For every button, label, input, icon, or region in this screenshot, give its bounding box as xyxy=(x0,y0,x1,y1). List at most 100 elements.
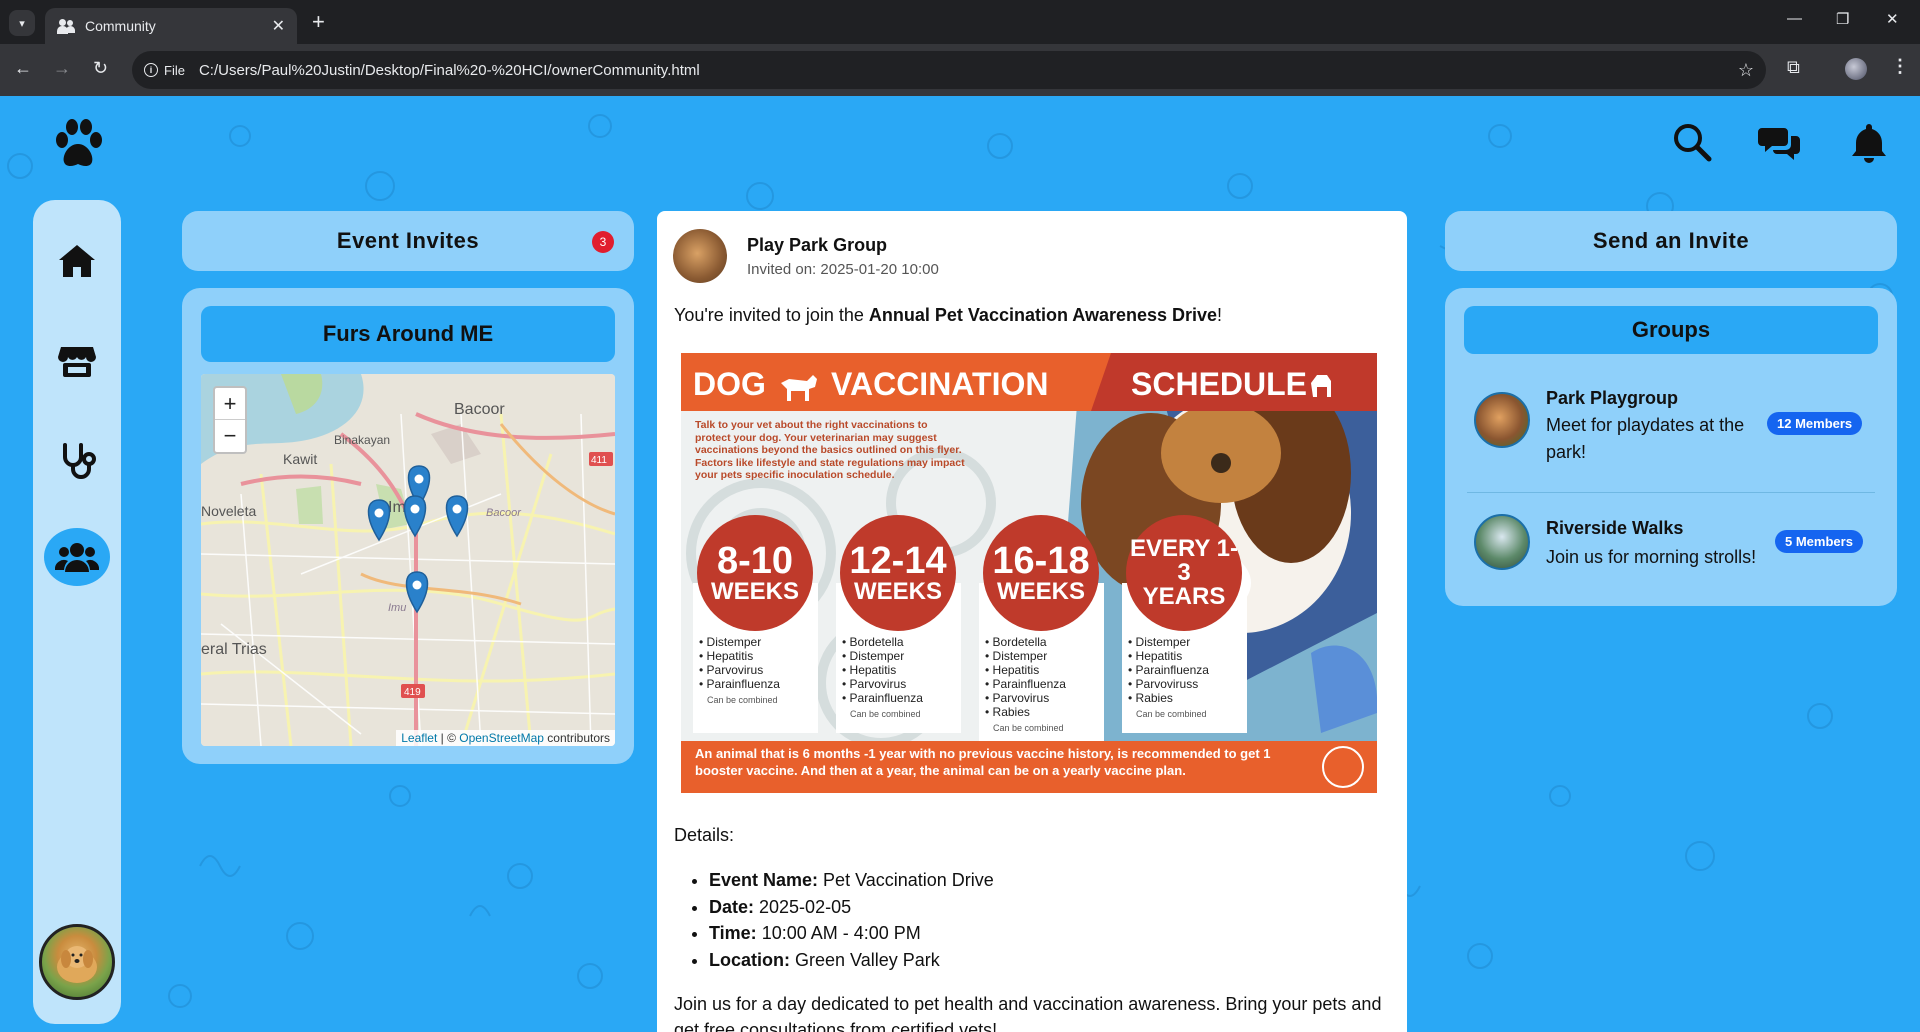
groups-header: Groups xyxy=(1464,306,1878,354)
community-page: Event Invites 3 Furs Around ME 411 419 B… xyxy=(0,96,1920,1032)
close-window-icon[interactable]: ✕ xyxy=(1886,10,1899,28)
group-item-park-playgroup[interactable]: Park Playgroup Meet for playdates at the… xyxy=(1464,376,1896,476)
flyer-vaccine-item: • Hepatitis xyxy=(842,663,897,677)
flyer-vaccine-item: • Distemper xyxy=(699,635,762,649)
community-tab-icon xyxy=(57,18,75,34)
search-icon[interactable] xyxy=(1670,120,1714,164)
flyer-vaccine-item: • Parvovirus xyxy=(842,677,907,691)
user-avatar[interactable] xyxy=(39,924,115,1000)
flyer-stage-unit: WEEKS xyxy=(710,578,799,605)
flyer-stage-unit: WEEKS xyxy=(853,578,942,605)
new-tab-button[interactable]: + xyxy=(312,9,325,35)
chat-icon[interactable] xyxy=(1758,120,1802,164)
post-group-name[interactable]: Play Park Group xyxy=(747,235,887,256)
group-name: Park Playgroup xyxy=(1546,388,1679,408)
flyer-vaccine-item: • Parainfluenza xyxy=(1128,663,1209,677)
flyer-vaccine-item: • Distemper xyxy=(985,649,1048,663)
flyer-stage-vaccines: • Distemper • Hepatitis • Parainfluenza • P… xyxy=(1128,635,1246,721)
groups-title: Groups xyxy=(1631,317,1711,342)
flyer-stage-vaccines: • Bordetella • Distemper • Hepatitis • Para… xyxy=(985,635,1103,735)
osm-link[interactable]: OpenStreetMap xyxy=(459,731,544,745)
map[interactable]: 411 419 Bacoor Binakayan Kawit Noveleta … xyxy=(201,374,615,746)
flyer-stage-unit: WEEKS xyxy=(996,578,1085,605)
map-label-im: Im xyxy=(388,499,406,516)
flyer-vaccine-item: • Bordetella xyxy=(842,635,904,649)
map-label-imus-district: Imu xyxy=(388,602,406,614)
forward-icon[interactable]: → xyxy=(53,58,71,79)
url-text[interactable]: C:/Users/Paul%20Justin/Desktop/Final%20-… xyxy=(199,62,700,79)
group-desc: Join us for morning strolls! xyxy=(1546,547,1757,567)
leaflet-link[interactable]: Leaflet xyxy=(401,731,437,745)
detail-date: Date: 2025-02-05 xyxy=(709,894,994,921)
restore-icon[interactable]: ❐ xyxy=(1836,10,1849,28)
map-road-shield-419: 419 xyxy=(404,687,421,698)
detail-time: Time: 10:00 AM - 4:00 PM xyxy=(709,920,994,947)
flyer-vaccine-item: • Rabies xyxy=(985,705,1030,719)
members-badge: 12 Members xyxy=(1767,412,1863,435)
details-label: Details: xyxy=(674,825,735,845)
flyer-stage-heading: EVERY 1-3 YEARS xyxy=(1126,521,1242,625)
flyer-stage-note: Can be combined xyxy=(850,709,921,719)
browser-tab-bar: ▾ Community ✕ + — ❐ ✕ xyxy=(0,0,1920,44)
flyer-stage-heading: 12-14 WEEKS xyxy=(840,521,956,625)
sidebar-item-vet[interactable] xyxy=(44,428,110,494)
store-icon xyxy=(58,347,96,377)
group-item-riverside-walks[interactable]: Riverside Walks Join us for morning stro… xyxy=(1464,506,1896,606)
reload-icon[interactable]: ↻ xyxy=(93,58,108,79)
post-body: Join us for a day dedicated to pet healt… xyxy=(674,994,1382,1032)
send-invite-title: Send an Invite xyxy=(1592,228,1750,253)
flyer-vaccine-item: • Bordetella xyxy=(985,635,1047,649)
browser-toolbar: ← → ↻ i File C:/Users/Paul%20Justin/Desk… xyxy=(0,44,1920,96)
bell-icon[interactable] xyxy=(1847,120,1891,164)
event-invites-header[interactable]: Event Invites xyxy=(182,211,634,271)
flyer-vaccine-item: • Parainfluenza xyxy=(985,677,1066,691)
bookmark-star-icon[interactable]: ☆ xyxy=(1738,60,1754,81)
sidebar-item-store[interactable] xyxy=(44,328,110,394)
map-tiles: 411 419 Bacoor Binakayan Kawit Noveleta … xyxy=(201,374,615,746)
intro-event-name: Annual Pet Vaccination Awareness Drive xyxy=(868,305,1218,325)
members-badge: 5 Members xyxy=(1775,530,1863,553)
zoom-in-button[interactable]: + xyxy=(215,388,245,420)
map-label-binakayan: Binakayan xyxy=(334,433,390,447)
back-icon[interactable]: ← xyxy=(14,58,32,79)
zoom-out-button[interactable]: − xyxy=(215,420,245,452)
attribution-separator: | © xyxy=(437,731,460,745)
flyer-stage-heading: 16-18 WEEKS xyxy=(983,521,1099,625)
close-tab-icon[interactable]: ✕ xyxy=(272,16,285,36)
sidebar-item-community[interactable] xyxy=(44,528,110,586)
flyer-vaccine-item: • Distemper xyxy=(842,649,905,663)
vaccination-flyer: DOG VACCINATION SCHEDULE Talk to your ve… xyxy=(681,353,1377,793)
tab-search-button[interactable]: ▾ xyxy=(9,10,35,36)
sidebar xyxy=(33,200,121,1024)
flyer-vaccine-item: • Parainfluenza xyxy=(699,677,780,691)
flyer-vaccine-item: • Hepatitis xyxy=(699,649,754,663)
home-icon xyxy=(59,245,95,277)
profile-avatar[interactable] xyxy=(1845,58,1867,80)
group-avatar[interactable] xyxy=(673,229,727,283)
site-info-chip[interactable]: i File xyxy=(144,63,185,78)
group-name: Riverside Walks xyxy=(1546,518,1684,538)
paw-logo-icon[interactable] xyxy=(50,116,106,172)
flyer-vaccine-item: • Parainfluenza xyxy=(842,691,923,705)
send-invite-button[interactable]: Send an Invite xyxy=(1445,211,1897,271)
event-details-list: Event Name: Pet Vaccination Drive Date: … xyxy=(709,867,994,973)
map-label-kawit: Kawit xyxy=(283,451,317,467)
stethoscope-icon xyxy=(63,443,96,479)
map-label-bacoor: Bacoor xyxy=(454,401,505,418)
map-road-shield-411: 411 xyxy=(591,455,607,466)
extensions-icon[interactable]: ⧉ xyxy=(1787,57,1800,78)
sidebar-item-home[interactable] xyxy=(44,228,110,294)
file-chip-label: File xyxy=(164,62,185,78)
flyer-vaccine-item: • Hepatitis xyxy=(985,663,1040,677)
browser-menu-icon[interactable]: ⋮ xyxy=(1891,56,1909,77)
map-label-general-trias: eral Trias xyxy=(201,641,267,658)
flyer-vaccine-item: • Rabies xyxy=(1128,691,1173,705)
flyer-stage-range: 8-10 xyxy=(716,540,794,582)
minimize-icon[interactable]: — xyxy=(1787,10,1802,27)
flyer-stage-range: 12-14 xyxy=(849,540,947,582)
flyer-vaccine-item: • Parvoviruss xyxy=(1128,677,1199,691)
browser-tab[interactable]: Community ✕ xyxy=(45,8,297,44)
map-label-noveleta: Noveleta xyxy=(201,503,256,519)
info-icon: i xyxy=(144,63,158,77)
address-bar[interactable]: i File C:/Users/Paul%20Justin/Desktop/Fi… xyxy=(132,51,1766,89)
